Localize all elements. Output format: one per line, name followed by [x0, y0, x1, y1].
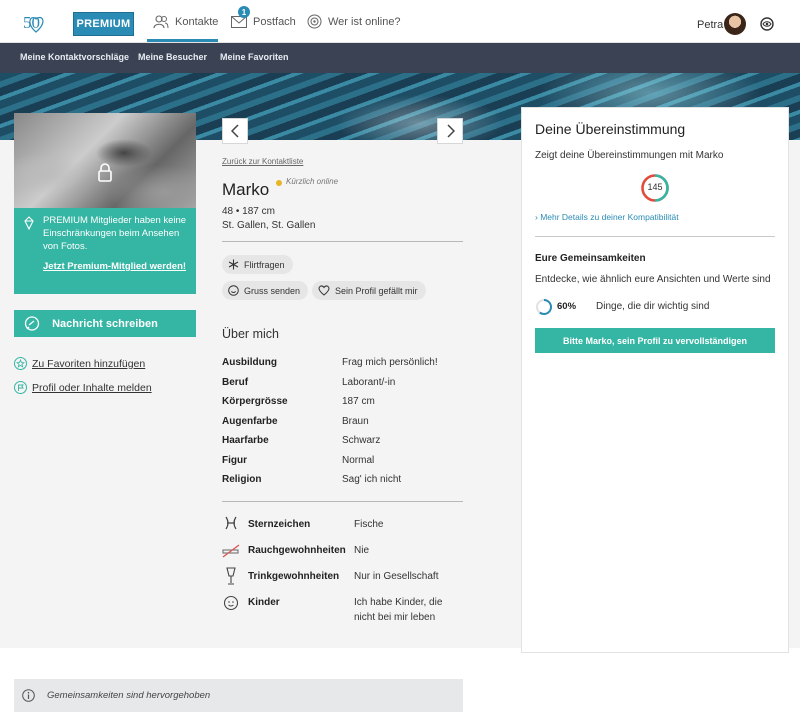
attr-key: Körpergrösse — [222, 396, 288, 407]
match-title: Deine Übereinstimmung — [535, 121, 686, 137]
match-score-value: 145 — [647, 182, 663, 192]
attr-value: Laborant/-in — [342, 377, 396, 388]
pisces-icon — [222, 514, 240, 532]
attr-value: Braun — [342, 416, 369, 427]
percent-value: 60% — [557, 301, 577, 312]
premium-upgrade-link[interactable]: Jetzt Premium-Mitglied werden! — [43, 260, 188, 273]
habit-key: Kinder — [248, 597, 280, 608]
unread-badge: 1 — [238, 6, 250, 18]
premium-promo: PREMIUM Mitglieder haben keine Einschrän… — [14, 208, 196, 294]
premium-button[interactable]: PREMIUM — [73, 12, 134, 36]
svg-text:50: 50 — [23, 13, 40, 32]
tab-kontakte[interactable]: Kontakte — [153, 0, 218, 43]
attr-key: Figur — [222, 455, 247, 466]
habit-key: Rauchgewohnheiten — [248, 545, 346, 556]
flirt-questions-chip[interactable]: Flirtfragen — [222, 255, 293, 274]
profile-photo-blurred[interactable] — [14, 113, 196, 208]
write-message-label: Nachricht schreiben — [52, 317, 158, 330]
avatar[interactable] — [724, 13, 746, 35]
glass-icon — [222, 567, 240, 585]
like-profile-chip[interactable]: Sein Profil gefällt mir — [312, 281, 426, 300]
habit-value: Nur in Gesellschaft — [354, 571, 439, 582]
habit-value: Fische — [354, 519, 384, 530]
add-favorite-link[interactable]: Zu Favoriten hinzufügen — [14, 357, 145, 370]
attr-value: 187 cm — [342, 396, 375, 407]
divider — [222, 501, 463, 502]
user-name[interactable]: Petra — [697, 19, 723, 31]
eye-icon[interactable] — [760, 17, 774, 31]
report-profile-label: Profil oder Inhalte melden — [32, 381, 152, 394]
profile-name: Marko — [222, 180, 270, 199]
subnav-favoriten[interactable]: Meine Favoriten — [220, 52, 289, 62]
tab-online[interactable]: Wer ist online? — [307, 0, 401, 43]
attr-key: Beruf — [222, 377, 249, 388]
sub-navigation: Meine Kontaktvorschläge Meine Besucher M… — [0, 43, 800, 73]
percent-label: Dinge, die dir wichtig sind — [596, 301, 710, 312]
habit-value: Nie — [354, 545, 370, 556]
previous-profile-button[interactable] — [222, 118, 248, 144]
premium-promo-text: PREMIUM Mitglieder haben keine Einschrän… — [43, 215, 187, 252]
no-smoking-icon — [222, 542, 240, 560]
habit-value: Ich habe Kinder, die nicht bei mir leben — [354, 597, 443, 623]
info-bar: Gemeinsamkeiten sind hervorgehoben — [14, 679, 463, 712]
age-height: 48 • 187 cm — [222, 206, 275, 217]
report-profile-link[interactable]: Profil oder Inhalte melden — [14, 381, 152, 394]
attr-value: Normal — [342, 455, 375, 466]
active-tab-indicator — [147, 39, 218, 42]
attr-key: Ausbildung — [222, 357, 277, 368]
subnav-kontaktvorschlaege[interactable]: Meine Kontaktvorschläge — [20, 52, 129, 62]
tab-kontakte-label: Kontakte — [175, 15, 219, 28]
chat-bubble-icon — [24, 316, 40, 335]
attr-value: Sag' ich nicht — [342, 474, 402, 485]
lock-icon — [98, 163, 112, 182]
attr-key: Augenfarbe — [222, 416, 278, 427]
compatibility-details-link[interactable]: › Mehr Details zu deiner Kompatibilität — [535, 212, 679, 222]
tab-online-label: Wer ist online? — [328, 15, 401, 28]
logo-icon[interactable]: 50 — [22, 8, 50, 36]
ask-complete-profile-button[interactable]: Bitte Marko, sein Profil zu vervollständ… — [535, 328, 775, 353]
attr-key: Haarfarbe — [222, 435, 269, 446]
next-profile-button[interactable] — [437, 118, 463, 144]
chevron-left-icon — [230, 124, 239, 138]
online-status-dot — [276, 180, 282, 186]
info-icon — [22, 689, 35, 702]
add-favorite-label: Zu Favoriten hinzufügen — [32, 357, 146, 370]
child-icon — [222, 594, 240, 612]
write-message-button[interactable]: Nachricht schreiben — [14, 310, 196, 337]
flirt-questions-label: Flirtfragen — [244, 259, 285, 270]
attr-value: Frag mich persönlich! — [342, 357, 438, 368]
divider — [222, 241, 463, 242]
snowflake-icon — [228, 259, 239, 270]
common-ground-text: Entdecke, wie ähnlich eure Ansichten und… — [535, 274, 771, 285]
habit-key: Trinkgewohnheiten — [248, 571, 340, 582]
subnav-besucher[interactable]: Meine Besucher — [138, 52, 207, 62]
smiley-icon — [228, 285, 239, 296]
flag-icon — [14, 381, 27, 394]
divider — [535, 236, 775, 237]
attr-key: Religion — [222, 474, 262, 485]
info-text: Gemeinsamkeiten sind hervorgehoben — [47, 690, 211, 701]
online-status: Kürzlich online — [286, 177, 339, 186]
contacts-icon — [153, 14, 169, 29]
match-subtitle: Zeigt deine Übereinstimmungen mit Marko — [535, 150, 724, 161]
send-greeting-label: Gruss senden — [244, 285, 301, 296]
chevron-right-icon — [446, 124, 455, 138]
like-profile-label: Sein Profil gefällt mir — [335, 285, 418, 296]
habit-key: Sternzeichen — [248, 519, 311, 530]
attr-value: Schwarz — [342, 435, 381, 446]
heart-icon — [318, 285, 330, 296]
location: St. Gallen, St. Gallen — [222, 220, 316, 231]
tab-postfach-label: Postfach — [253, 15, 296, 28]
about-me-heading: Über mich — [222, 327, 279, 341]
common-ground-heading: Eure Gemeinsamkeiten — [535, 253, 646, 264]
send-greeting-chip[interactable]: Gruss senden — [222, 281, 309, 300]
diamond-icon — [23, 216, 35, 236]
percent-ring — [536, 299, 552, 315]
star-icon — [14, 357, 27, 370]
online-icon — [307, 14, 322, 29]
back-to-contacts-link[interactable]: Zurück zur Kontaktliste — [222, 157, 303, 166]
